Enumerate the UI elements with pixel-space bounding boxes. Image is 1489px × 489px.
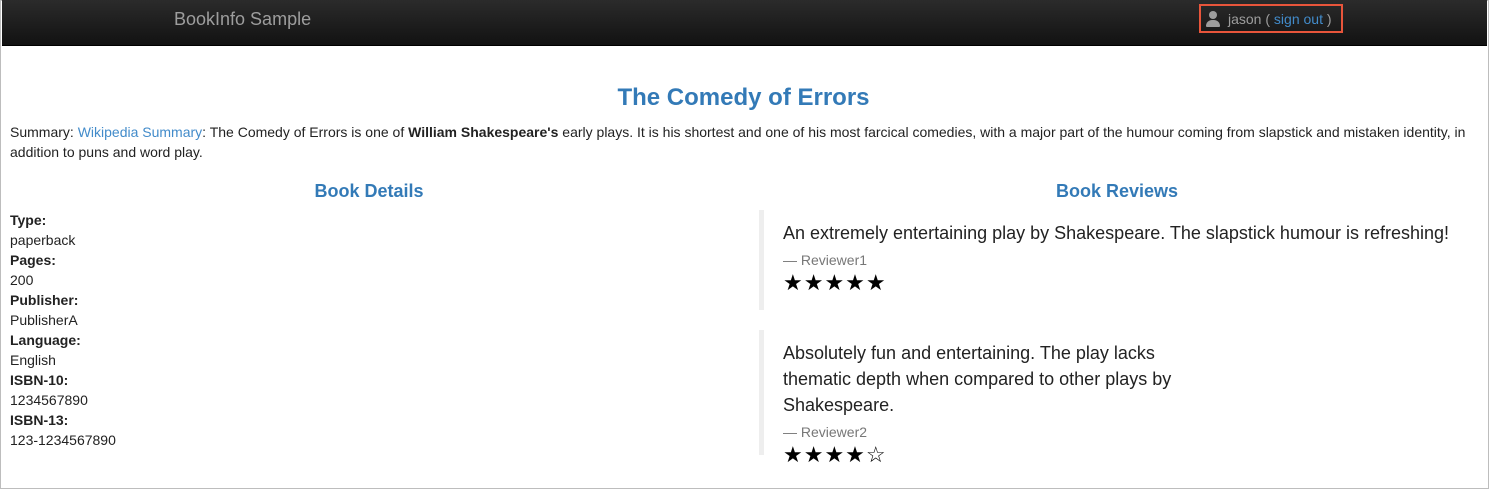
username: jason xyxy=(1228,10,1262,27)
summary-label: Summary: xyxy=(10,124,78,140)
detail-value-publisher: PublisherA xyxy=(10,312,78,328)
review-block: Absolutely fun and entertaining. The pla… xyxy=(759,330,1219,467)
brand[interactable]: BookInfo Sample xyxy=(174,9,311,30)
user-menu: jason ( sign out ) xyxy=(1199,4,1343,33)
detail-value-language: English xyxy=(10,352,56,368)
book-summary: Summary: Wikipedia Summary: The Comedy o… xyxy=(10,122,1475,162)
star-rating: ★★★★★ xyxy=(783,270,887,295)
book-details-heading: Book Details xyxy=(314,181,424,201)
book-title: The Comedy of Errors xyxy=(617,84,870,111)
detail-label-pages: Pages: xyxy=(10,252,56,268)
book-reviews-heading: Book Reviews xyxy=(1055,181,1179,201)
book-details-list: Type: paperback Pages: 200 Publisher: Pu… xyxy=(10,210,116,450)
detail-value-isbn10: 1234567890 xyxy=(10,392,88,408)
sign-out-link[interactable]: sign out xyxy=(1274,11,1323,27)
detail-value-type: paperback xyxy=(10,232,76,248)
summary-text-1: : The Comedy of Errors is one of xyxy=(202,124,409,140)
paren-close: ) xyxy=(1322,10,1332,27)
star-rating: ★★★★☆ xyxy=(783,442,887,467)
summary-author: William Shakespeare's xyxy=(408,124,559,140)
navbar: BookInfo Sample jason ( sign out ) xyxy=(2,0,1487,46)
detail-label-type: Type: xyxy=(10,212,47,228)
review-text: Absolutely fun and entertaining. The pla… xyxy=(783,343,1172,415)
review-author: — Reviewer1 xyxy=(783,252,868,268)
detail-value-isbn13: 123-1234567890 xyxy=(10,432,116,448)
review-author: — Reviewer2 xyxy=(783,424,868,440)
detail-label-language: Language: xyxy=(10,332,81,348)
detail-value-pages: 200 xyxy=(10,272,34,288)
review-text: An extremely entertaining play by Shakes… xyxy=(783,223,1450,243)
detail-label-publisher: Publisher: xyxy=(10,292,79,308)
review-block: An extremely entertaining play by Shakes… xyxy=(759,210,1449,310)
detail-label-isbn13: ISBN-13: xyxy=(10,412,69,428)
detail-label-isbn10: ISBN-10: xyxy=(10,372,69,388)
wikipedia-summary-link[interactable]: Wikipedia Summary xyxy=(78,124,202,140)
paren-open: ( xyxy=(1261,10,1274,27)
user-icon xyxy=(1206,10,1220,27)
